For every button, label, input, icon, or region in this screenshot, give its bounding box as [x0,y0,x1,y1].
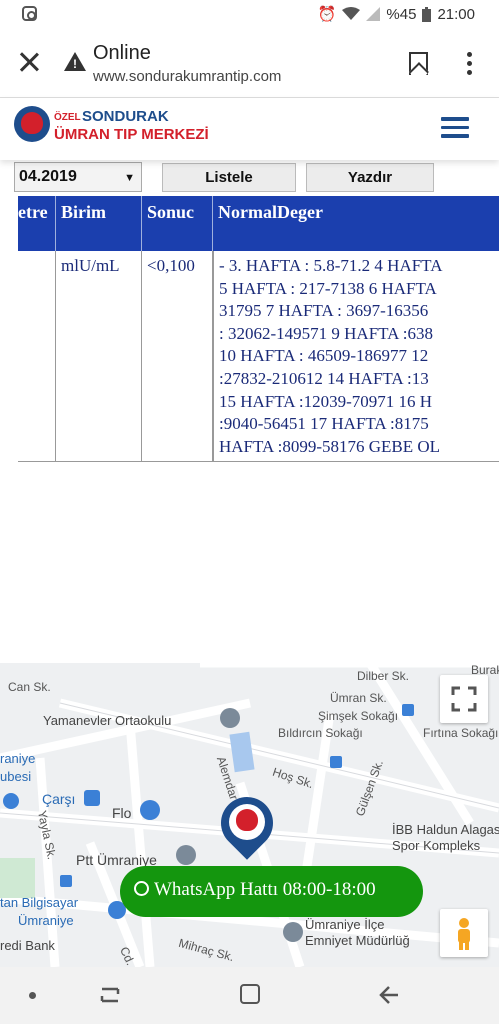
shop-icon[interactable] [140,800,160,820]
cell-param [18,251,56,461]
fullscreen-icon [451,686,477,712]
pin-logo-emblem-icon [236,809,258,831]
battery-percent: %45 [386,5,417,23]
clock: 21:00 [437,5,475,23]
header-unit: Birim [56,196,142,251]
map-label: tan Bilgisayar [0,895,79,910]
whatsapp-icon [134,881,149,896]
bookmark-icon[interactable] [409,52,428,75]
wifi-icon [342,7,361,20]
whatsapp-button[interactable]: WhatsApp Hattı 08:00-18:00 [120,866,423,917]
normal-line: 31795 7 HAFTA : 3697-16356 [219,301,429,321]
map-label: Emniyet Müdürlüğ [305,933,410,948]
site-header: ÖZEL SONDURAK ÜMRAN TIP MERKEZİ [0,98,499,160]
map-label: Ümran Sk. [330,691,387,705]
map-label: Yamanevler Ortaokulu [43,713,172,728]
normal-line: 10 HAFTA : 46509-186977 12 [219,346,429,366]
nav-dot-icon[interactable] [29,992,36,999]
map-label: Ümraniye İlçe [305,917,385,932]
status-bar: ⏰ %45 21:00 [0,0,499,30]
bus-stop-icon[interactable] [402,704,414,716]
map-label: Fırtına Sokağı [423,726,499,740]
navigation-bar [0,967,499,1024]
status-icons: ⏰ %45 21:00 [317,5,475,24]
normal-line: 15 HAFTA :12039-70971 16 H [219,391,433,411]
table-bottom-border [18,461,499,462]
date-select-value: 04.2019 [19,168,77,185]
normal-line: :9040-56451 17 HAFTA :8175 [219,414,429,434]
map-label: Şimşek Sokağı [318,709,399,723]
metro-icon[interactable] [84,790,100,806]
list-button[interactable]: Listele [162,163,296,192]
map-label: Can Sk. [8,680,51,694]
cell-unit: mlU/mL [56,251,142,461]
logo-sondurak-text: SONDURAK [82,108,169,125]
signal-icon [366,7,381,21]
logo-emblem[interactable] [14,106,50,142]
map-label: Dilber Sk. [357,669,410,683]
recent-apps-icon[interactable] [98,984,122,1006]
more-options-icon[interactable] [467,52,472,76]
police-icon[interactable] [283,922,303,942]
battery-icon [422,6,432,22]
home-icon[interactable] [240,984,260,1004]
logo-ozel-text: ÖZEL [54,112,81,123]
restaurant-icon[interactable] [3,793,19,809]
map-label: redi Bank [0,938,55,953]
map-label: raniye [0,751,36,766]
filter-controls: 04.2019 ▼ Listele Yazdır [0,160,499,196]
table-header: etre Birim Sonuc NormalDeger [18,196,499,251]
normal-line: :27832-210612 14 HAFTA :13 [219,368,429,388]
close-icon[interactable] [18,51,40,73]
header-param: etre [18,196,56,251]
fullscreen-button[interactable] [440,675,488,723]
map-label: Çarşı [42,791,76,807]
print-button[interactable]: Yazdır [306,163,434,192]
map-label: Bıldırcın Sokağı [278,726,363,740]
alarm-icon: ⏰ [317,6,337,23]
instagram-icon [22,6,37,21]
bus-stop-icon[interactable] [330,756,342,768]
school-icon[interactable] [220,708,240,728]
map[interactable]: Can Sk. Dilber Sk. Burak Ümran Sk. Şimşe… [0,663,499,967]
whatsapp-label: WhatsApp Hattı 08:00-18:00 [154,879,376,900]
normal-line: : 32062-149571 9 HAFTA :638 [219,323,433,343]
normal-line: 5 HAFTA : 217-7138 6 HAFTA [219,278,437,298]
cell-normal: - 3. HAFTA : 5.8-71.2 4 HAFTA 5 HAFTA : … [213,251,499,461]
menu-icon[interactable] [441,117,469,139]
map-label: Ümraniye [18,913,74,928]
page-title: Online [93,42,151,64]
normal-line: - 3. HAFTA : 5.8-71.2 4 HAFTA [219,256,443,275]
back-icon[interactable] [377,983,401,1007]
pegman-icon [458,918,470,950]
map-label: ubesi [0,769,32,784]
header-result: Sonuc [142,196,213,251]
normal-line: HAFTA :8099-58176 GEBE OL [219,436,441,456]
date-select[interactable]: 04.2019 ▼ [14,162,142,192]
bus-stop-icon[interactable] [60,875,72,887]
browser-toolbar: ! Online www.sondurakumrantip.com [0,30,499,98]
header-normal: NormalDeger [218,202,323,222]
logo-umran-text: ÜMRAN TIP MERKEZİ [54,126,209,143]
dropdown-caret-icon: ▼ [124,172,135,184]
page-url[interactable]: www.sondurakumrantip.com [93,68,281,85]
cell-result: <0,100 [142,251,213,461]
map-label: Spor Kompleks [392,838,481,853]
map-label: İBB Haldun Alagas [392,822,499,837]
warning-icon[interactable]: ! [64,52,86,71]
street-view-button[interactable] [440,909,488,957]
map-label: Flo [112,805,132,821]
post-office-icon[interactable] [176,845,196,865]
